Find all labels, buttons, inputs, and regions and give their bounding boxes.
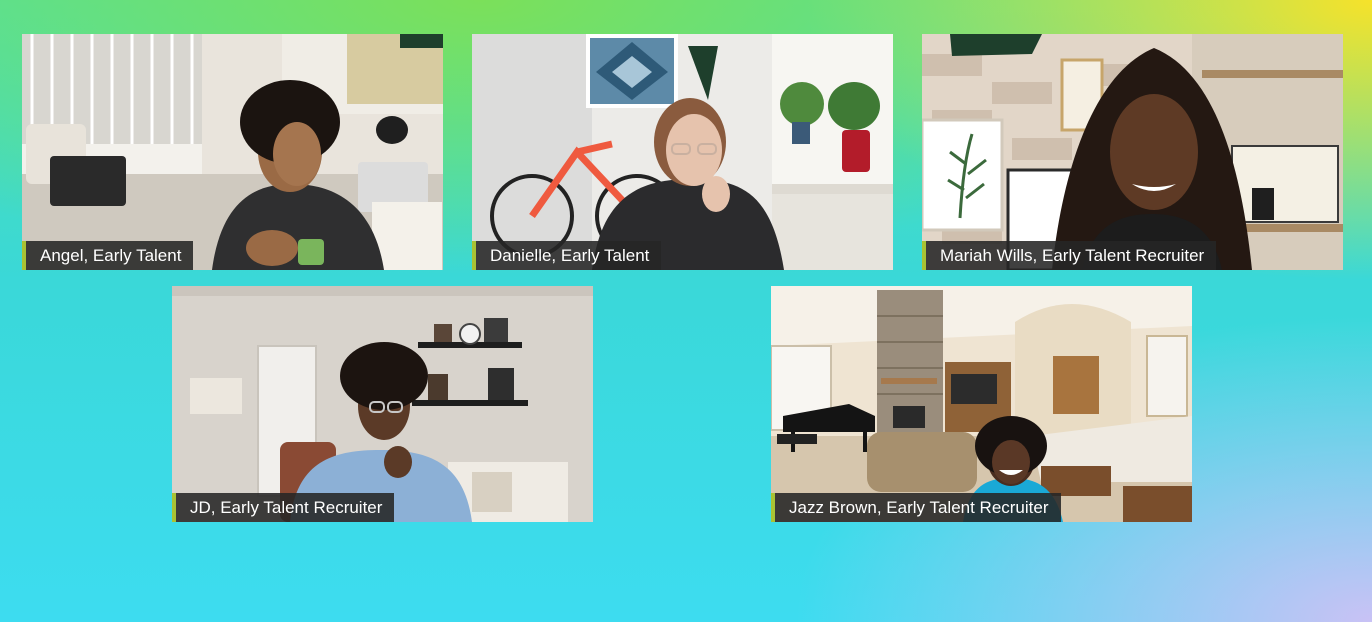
video-feed-mariah-wills [922,34,1343,270]
participant-tile-jazz-brown[interactable]: Jazz Brown, Early Talent Recruiter [771,286,1192,522]
participant-tile-jd[interactable]: JD, Early Talent Recruiter [172,286,593,522]
participant-tile-angel[interactable]: Angel, Early Talent [22,34,443,270]
video-feed-danielle [472,34,893,270]
video-feed-angel [22,34,443,270]
participant-tile-danielle[interactable]: Danielle, Early Talent [472,34,893,270]
participant-name-label: Danielle, Early Talent [472,241,662,270]
video-feed-jazz-brown [771,286,1192,522]
video-feed-jd [172,286,593,522]
participant-tile-mariah-wills[interactable]: Mariah Wills, Early Talent Recruiter [922,34,1343,270]
participant-name-label: Angel, Early Talent [22,241,194,270]
participant-name-label: Jazz Brown, Early Talent Recruiter [771,493,1061,522]
participant-name-label: JD, Early Talent Recruiter [172,493,395,522]
participant-name-label: Mariah Wills, Early Talent Recruiter [922,241,1217,270]
